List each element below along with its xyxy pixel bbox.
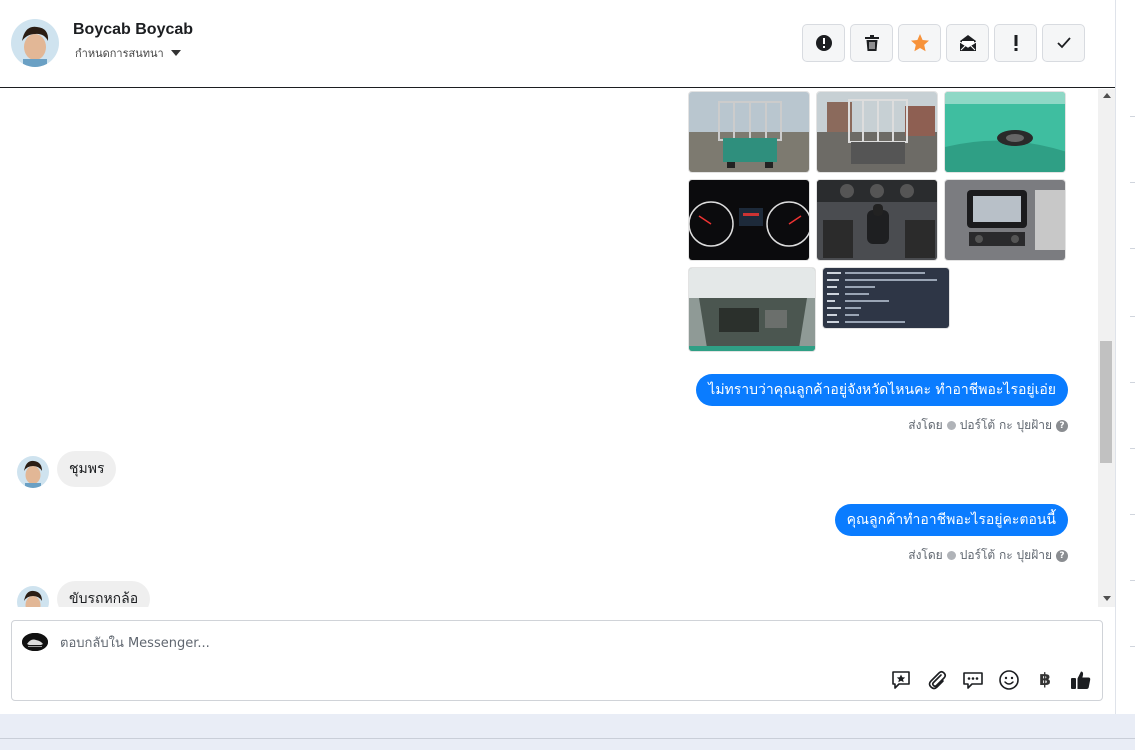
divider (1130, 182, 1135, 183)
contact-avatar-small[interactable] (17, 456, 49, 488)
help-icon[interactable]: ? (1056, 549, 1068, 562)
sent-by-label: ส่งโดย ปอร์โต้ กะ ปุยฝ้าย ? (908, 416, 1068, 435)
sent-by-agent[interactable]: ปอร์โต้ กะ ปุยฝ้าย (960, 546, 1052, 565)
divider (1130, 316, 1135, 317)
divider (1130, 382, 1135, 383)
scrollbar-thumb[interactable] (1100, 341, 1112, 463)
saved-reply-icon[interactable] (889, 668, 913, 692)
photo-gear-shifter[interactable] (816, 179, 938, 261)
chat-bubbles-icon[interactable] (961, 668, 985, 692)
sent-by-prefix: ส่งโดย (908, 418, 943, 432)
mark-spam-button[interactable] (802, 24, 845, 62)
mark-unread-button[interactable] (946, 24, 989, 62)
envelope-open-icon (959, 35, 976, 51)
exclamation-icon (1014, 35, 1017, 51)
assign-conversation-dropdown[interactable]: กำหนดการสนทนา (75, 44, 181, 62)
photo-spec-sheet[interactable] (822, 267, 950, 329)
outgoing-message[interactable]: คุณลูกค้าทำอาชีพอะไรอยู่คะตอนนี้ (834, 504, 1068, 536)
message-list-scrollbar[interactable] (1098, 89, 1115, 607)
scroll-up-arrow-icon[interactable] (1103, 93, 1111, 98)
check-icon (1056, 37, 1071, 49)
right-edge-strip (1115, 0, 1135, 714)
photo-dashboard-gauges[interactable] (688, 179, 810, 261)
star-button[interactable] (898, 24, 941, 62)
divider (1130, 646, 1135, 647)
scroll-down-arrow-icon[interactable] (1103, 596, 1111, 601)
baht-icon[interactable]: ฿ (1033, 668, 1057, 692)
divider (0, 738, 1135, 739)
conversation-panel: Boycab Boycab กำหนดการสนทนา ไม่ทราบว่าคุ… (0, 0, 1115, 714)
photo-truck-bed[interactable] (816, 91, 938, 173)
attachment-icon[interactable] (925, 668, 949, 692)
reply-input[interactable] (60, 633, 860, 653)
contact-avatar-small[interactable] (17, 586, 49, 607)
divider (1130, 116, 1135, 117)
sent-by-prefix: ส่งโดย (908, 548, 943, 562)
outgoing-message[interactable]: ไม่ทราบว่าคุณลูกค้าอยู่จังหวัดไหนคะ ทำอา… (696, 374, 1068, 406)
divider (1130, 580, 1135, 581)
sent-by-label: ส่งโดย ปอร์โต้ กะ ปุยฝ้าย ? (908, 546, 1068, 565)
divider (1130, 514, 1135, 515)
assign-label: กำหนดการสนทนา (75, 47, 164, 60)
alert-circle-icon (815, 35, 832, 51)
photo-truck-rear-rack[interactable] (688, 91, 810, 173)
photo-bumper-fog-light[interactable] (944, 91, 1066, 173)
thumbs-up-icon[interactable] (1069, 668, 1093, 692)
agent-status-icon (946, 421, 956, 430)
trash-icon (864, 35, 879, 51)
emoji-icon[interactable] (997, 668, 1021, 692)
sent-by-agent[interactable]: ปอร์โต้ กะ ปุยฝ้าย (960, 416, 1052, 435)
message-list[interactable]: ไม่ทราบว่าคุณลูกค้าอยู่จังหวัดไหนคะ ทำอา… (0, 89, 1098, 607)
page-logo-icon (22, 633, 48, 651)
contact-avatar[interactable] (11, 19, 59, 67)
divider (1130, 448, 1135, 449)
contact-name[interactable]: Boycab Boycab (73, 21, 193, 39)
agent-status-icon (946, 551, 956, 560)
help-icon[interactable]: ? (1056, 419, 1068, 432)
photo-engine-bay[interactable] (688, 267, 816, 352)
reply-composer: ฿ (11, 620, 1103, 701)
star-icon (910, 34, 929, 52)
caret-down-icon (170, 50, 181, 56)
mark-done-button[interactable] (1042, 24, 1085, 62)
incoming-message[interactable]: ชุมพร (57, 451, 117, 487)
conversation-header: Boycab Boycab กำหนดการสนทนา (0, 0, 1115, 88)
delete-button[interactable] (850, 24, 893, 62)
follow-up-button[interactable] (994, 24, 1037, 62)
divider (1130, 248, 1135, 249)
incoming-message[interactable]: ขับรถหกล้อ (57, 581, 151, 607)
photo-head-unit[interactable] (944, 179, 1066, 261)
